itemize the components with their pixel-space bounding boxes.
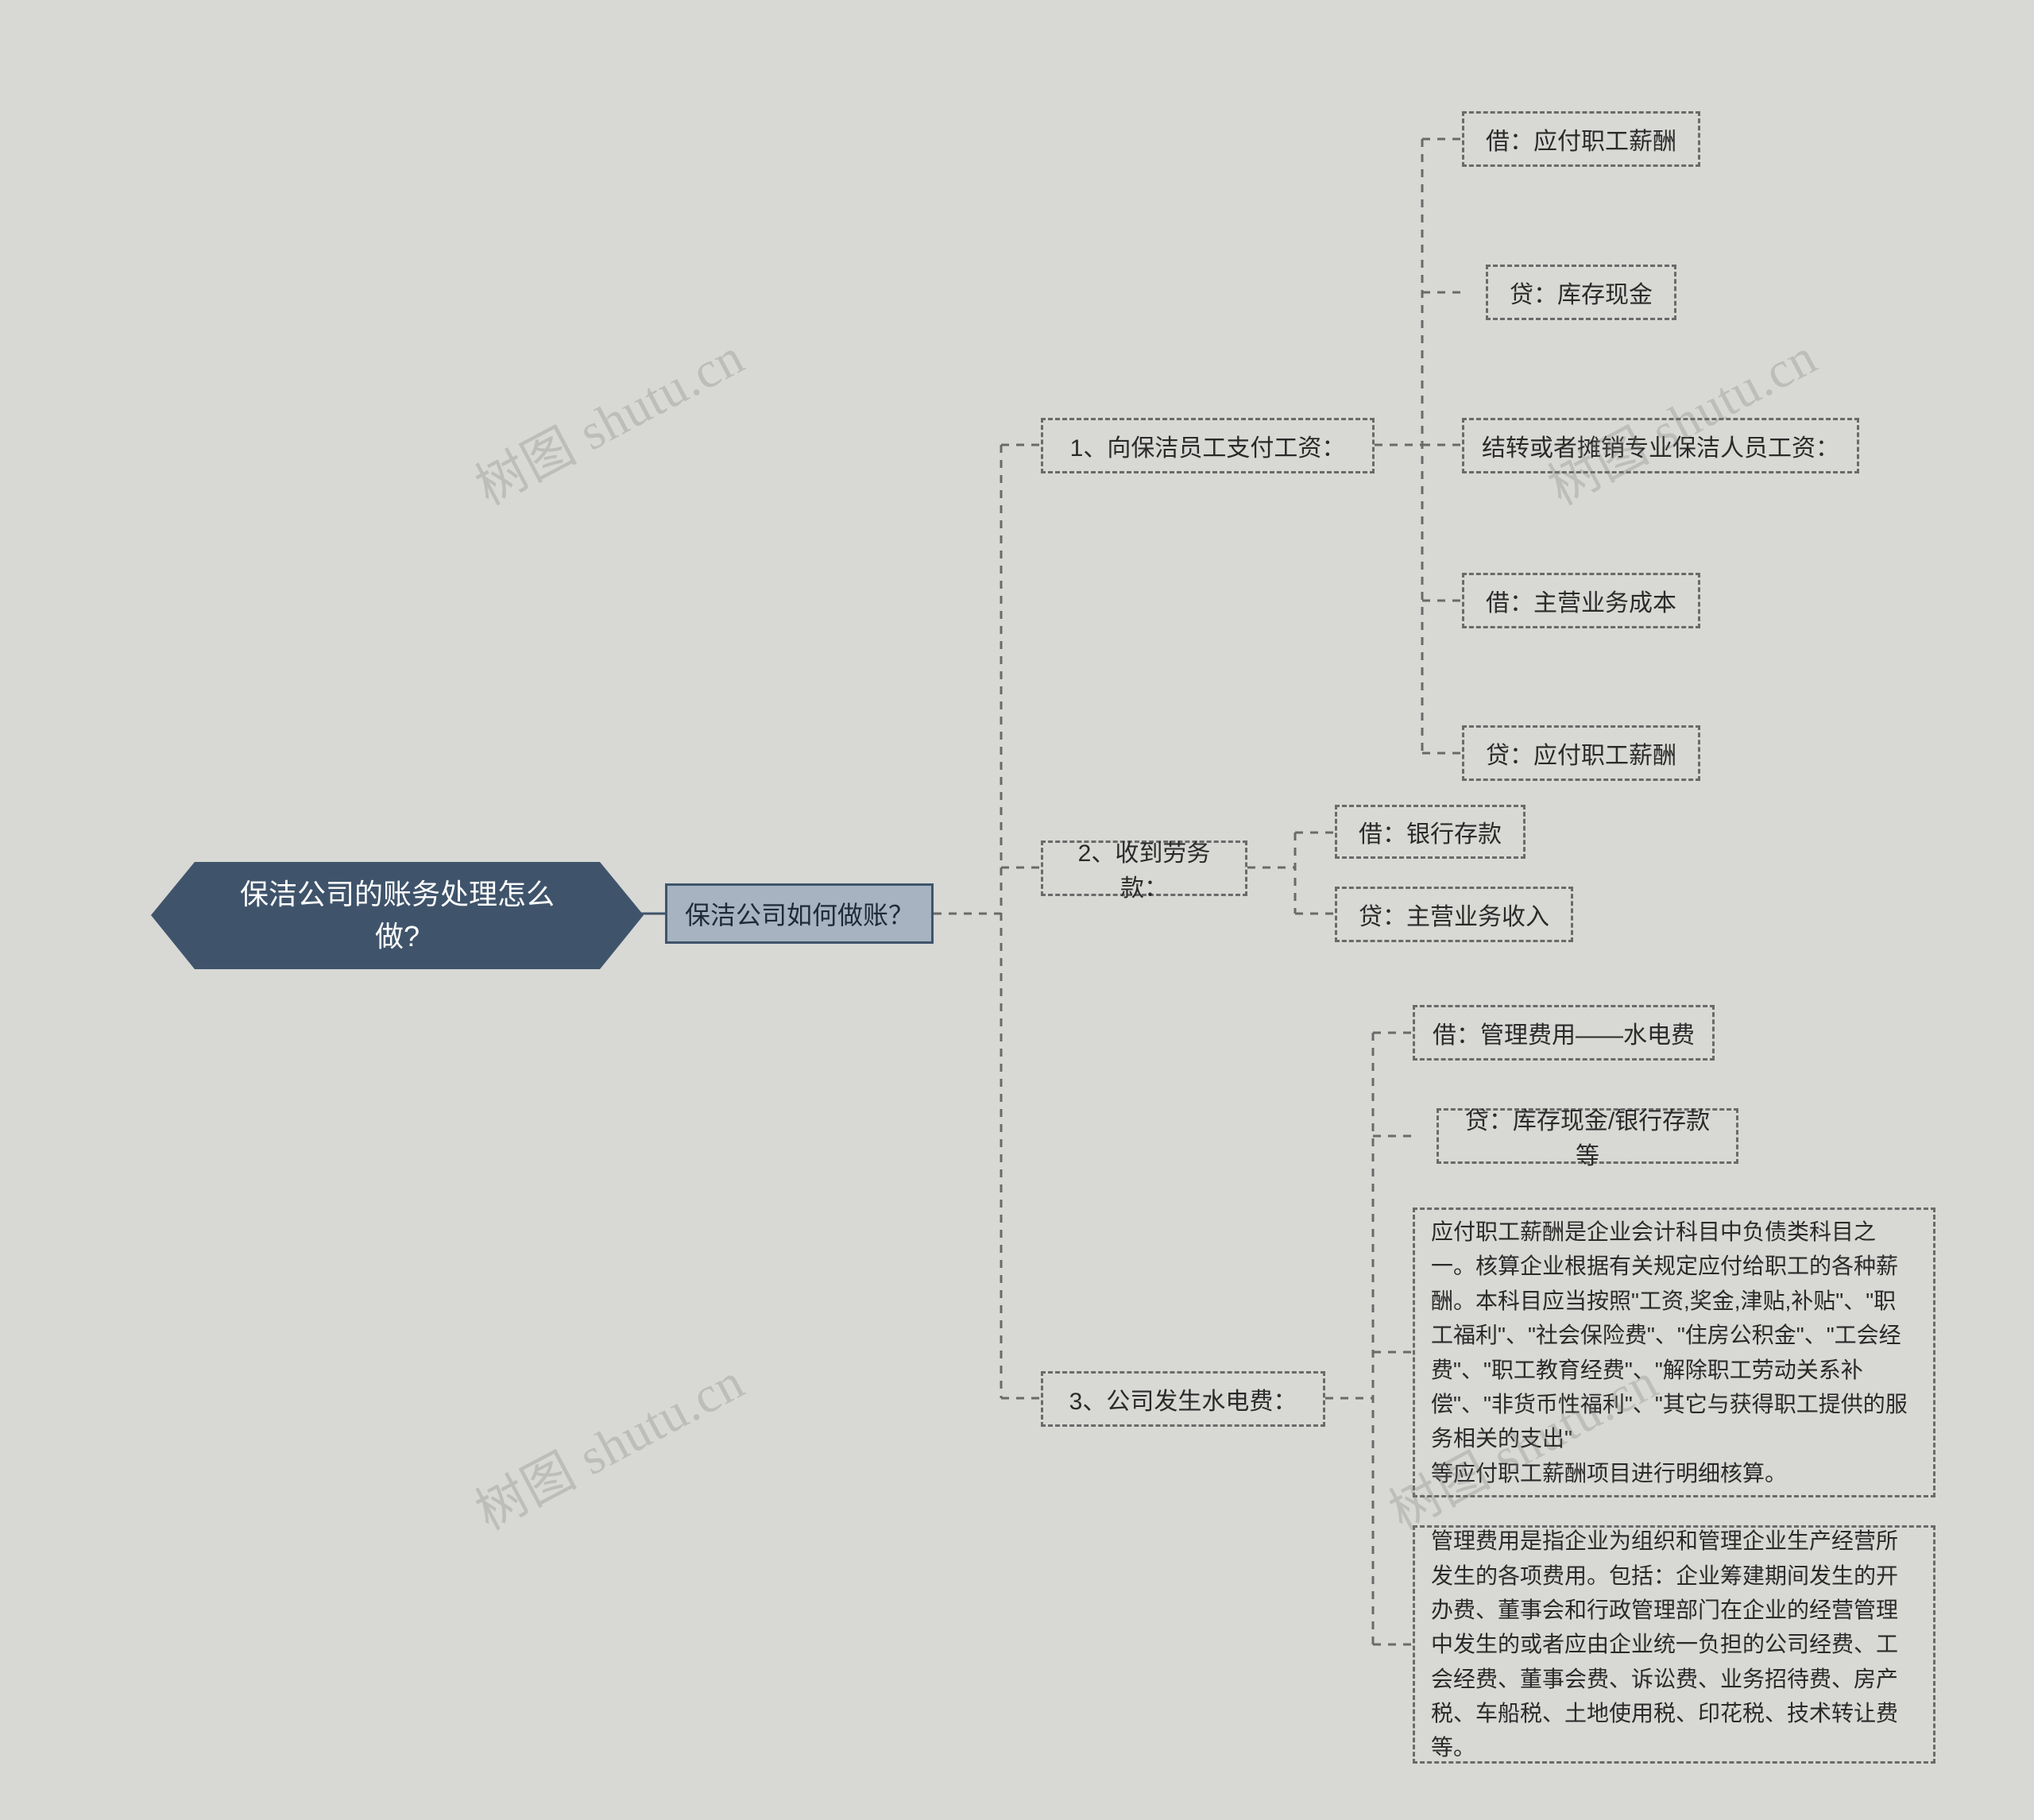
branch-3-child-2: 应付职工薪酬是企业会计科目中负债类科目之一。核算企业根据有关规定应付给职工的各种… bbox=[1413, 1208, 1935, 1497]
root-hex-left bbox=[151, 862, 195, 969]
branch-1-child-2: 结转或者摊销专业保洁人员工资： bbox=[1462, 418, 1859, 473]
branch-1-child-0: 借：应付职工薪酬 bbox=[1462, 111, 1700, 167]
branch-1: 1、向保洁员工支付工资： bbox=[1041, 418, 1375, 473]
branch-3-child-3: 管理费用是指企业为组织和管理企业生产经营所发生的各项费用。包括：企业筹建期间发生… bbox=[1413, 1525, 1935, 1764]
root-node: 保洁公司的账务处理怎么 做? bbox=[195, 862, 600, 969]
watermark: 树图 shutu.cn bbox=[461, 317, 755, 520]
branch-2-child-1: 贷：主营业务收入 bbox=[1335, 887, 1573, 942]
branch-1-child-4: 贷：应付职工薪酬 bbox=[1462, 725, 1700, 781]
branch-1-child-1: 贷：库存现金 bbox=[1486, 265, 1676, 320]
branch-2-child-0: 借：银行存款 bbox=[1335, 805, 1526, 859]
branch-1-child-3: 借：主营业务成本 bbox=[1462, 573, 1700, 628]
branch-3-child-0: 借：管理费用——水电费 bbox=[1413, 1005, 1715, 1061]
level1-node: 保洁公司如何做账？ bbox=[665, 883, 934, 944]
branch-3: 3、公司发生水电费： bbox=[1041, 1371, 1325, 1427]
branch-3-child-1: 贷：库存现金/银行存款等 bbox=[1437, 1108, 1738, 1164]
watermark: 树图 shutu.cn bbox=[461, 1342, 755, 1544]
root-hex-right bbox=[600, 862, 644, 969]
branch-2: 2、收到劳务款： bbox=[1041, 840, 1247, 896]
